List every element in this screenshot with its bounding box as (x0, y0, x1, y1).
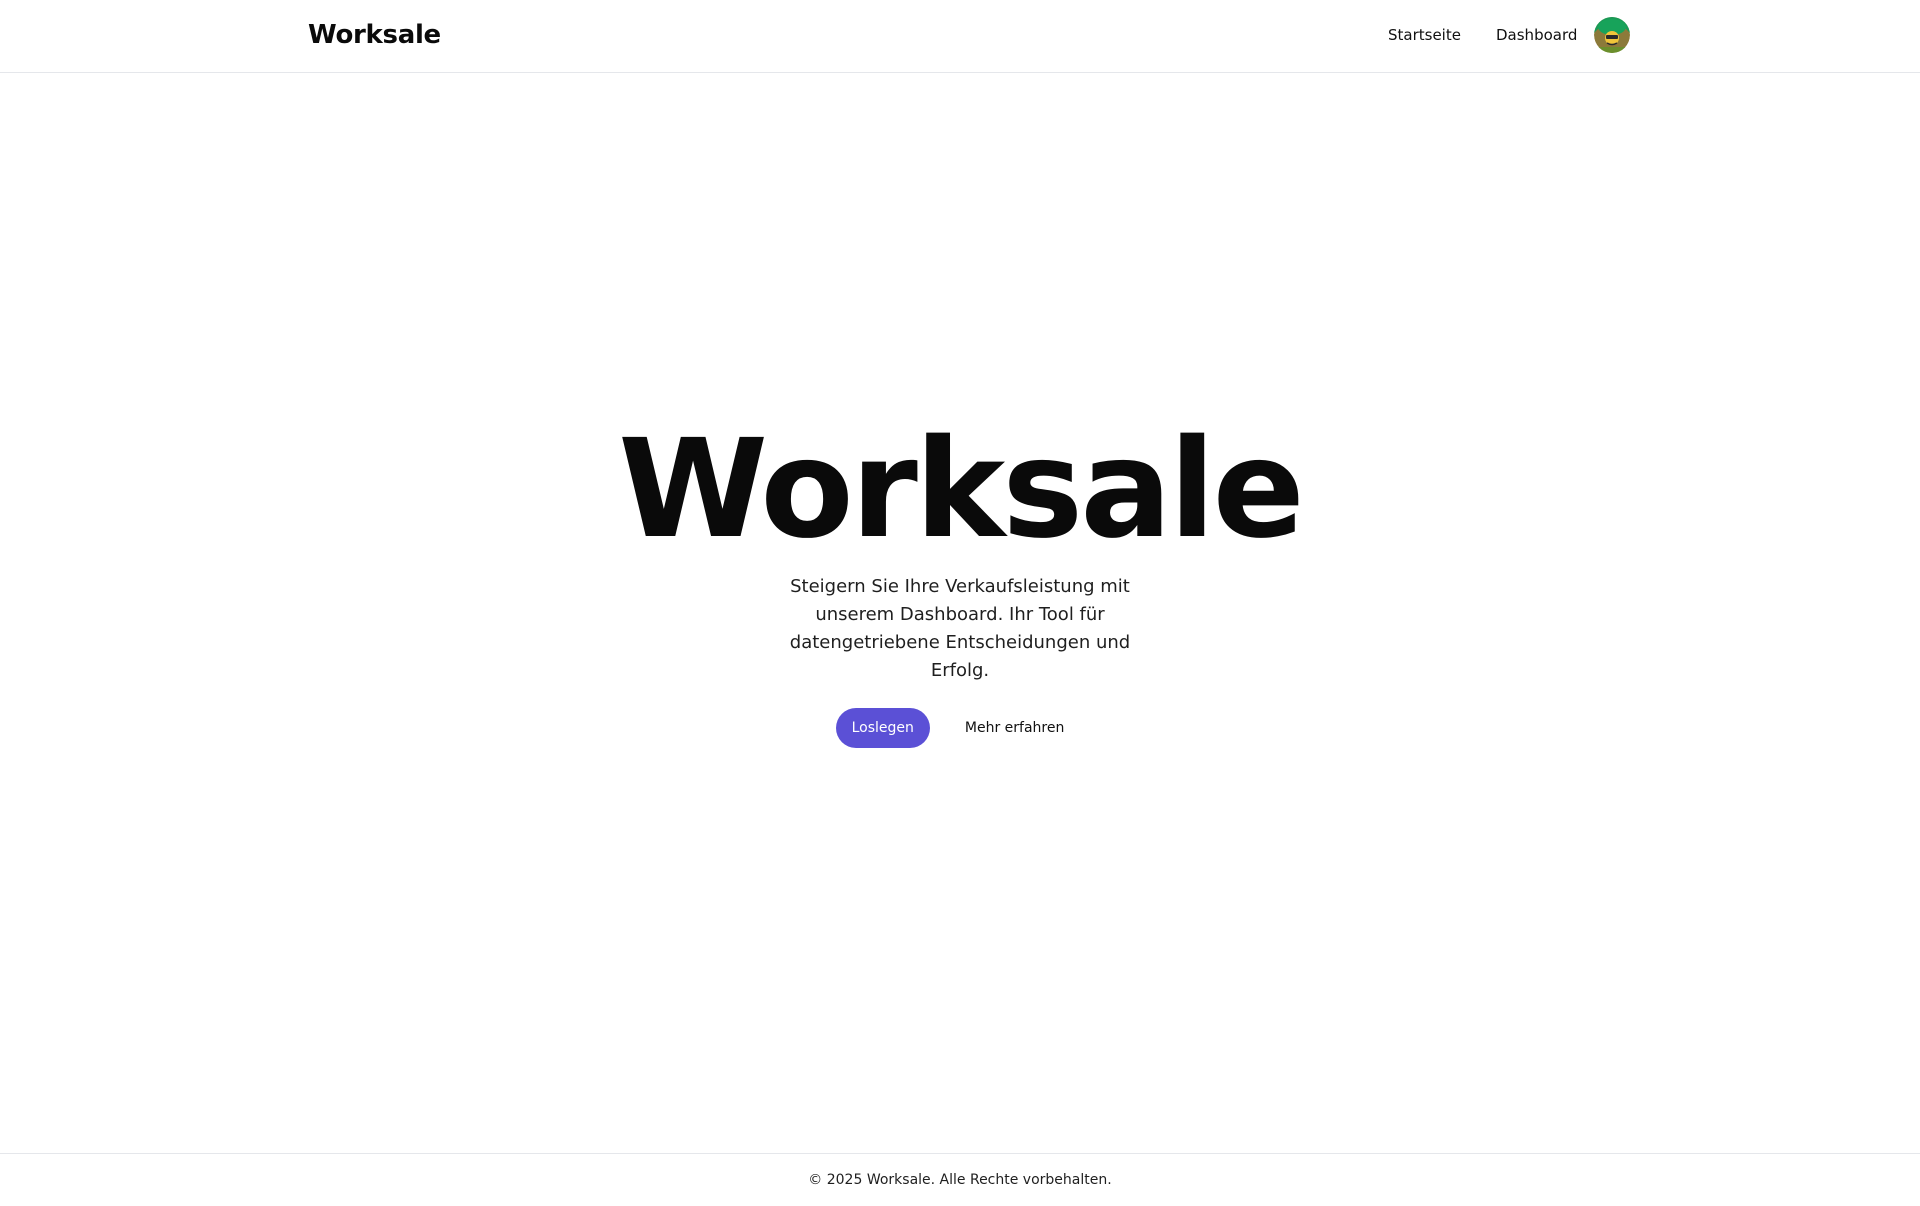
brand-logo-link[interactable]: Worksale (308, 20, 441, 50)
hero-title: Worksale (618, 411, 1305, 569)
copyright-text: © 2025 Worksale. Alle Rechte vorbehalten… (808, 1172, 1112, 1188)
hero-section: Worksale Steigern Sie Ihre Verkaufsleist… (0, 410, 1920, 748)
user-avatar-icon[interactable] (1594, 17, 1630, 53)
learn-more-button[interactable]: Mehr erfahren (945, 708, 1084, 748)
site-footer: © 2025 Worksale. Alle Rechte vorbehalten… (0, 1153, 1920, 1206)
avatar-image (1594, 17, 1630, 53)
site-header: Worksale Startseite Dashboard (0, 0, 1920, 73)
hero-actions: Loslegen Mehr erfahren (0, 708, 1920, 748)
nav-link-dashboard[interactable]: Dashboard (1496, 26, 1577, 44)
hero-subtitle: Steigern Sie Ihre Verkaufsleistung mit u… (789, 576, 1131, 681)
nav-link-startseite[interactable]: Startseite (1388, 26, 1461, 44)
get-started-button[interactable]: Loslegen (835, 708, 930, 748)
